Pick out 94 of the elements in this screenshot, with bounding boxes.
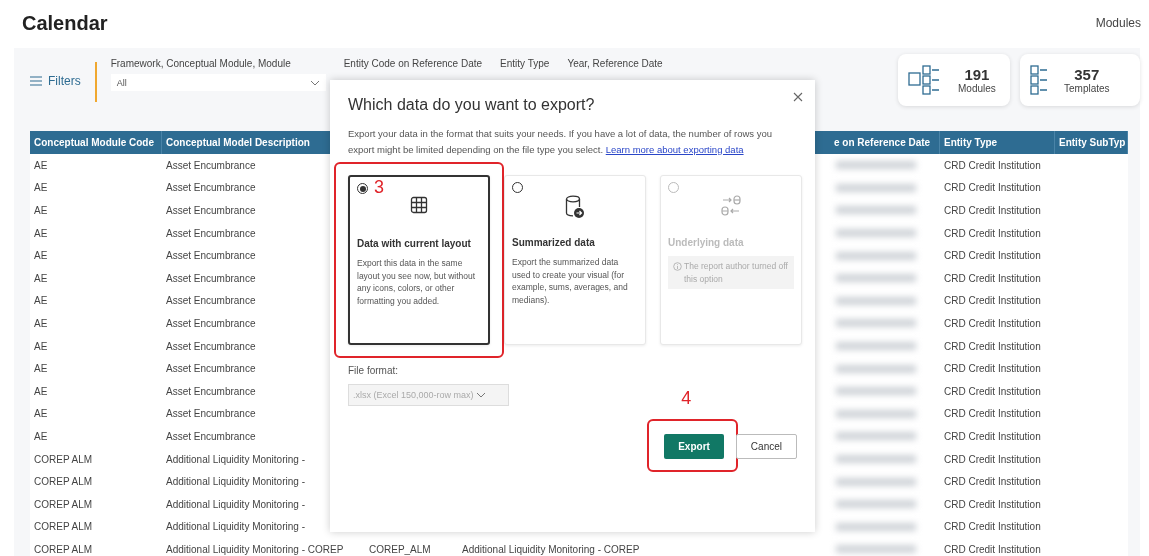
database-export-icon [565,195,585,219]
column-header[interactable]: Conceptual Module Code [30,131,162,154]
table-cell: AE [34,182,48,194]
table-cell: Additional Liquidity Monitoring - [166,521,305,533]
table-cell: AE [34,205,48,216]
table-cell: CRD Credit Institution [944,182,1041,194]
option-title: Underlying data [668,237,745,248]
table-cell: Asset Encumbrance [166,159,256,171]
page-title: Calendar [22,11,108,35]
export-button[interactable]: Export [664,434,724,459]
table-cell: CRD Credit Institution [944,408,1041,420]
table-cell: CRD Credit Institution [944,430,1041,442]
table-cell: AE [34,227,48,239]
filters-button[interactable]: Filters [30,74,81,88]
table-cell: CRD Credit Institution [944,272,1041,284]
table-cell: AE [34,272,48,284]
filter-label: Entity Code on Reference Date [343,57,483,69]
stat-value: 191 [964,66,990,83]
option-description: Export this data in the same layout you see now, but without any icons, colors, or other formatting you added. [357,257,477,307]
table-cell: Asset Encumbrance [166,363,256,375]
table-cell: Asset Encumbrance [166,250,256,262]
file-format-label: File format: [348,365,399,376]
note-text: The report author turned off this option [684,260,789,285]
table-cell: Asset Encumbrance [166,205,256,216]
chevron-down-icon [309,79,320,86]
table-cell: AE [34,430,48,442]
table-cell: CRD Credit Institution [944,250,1041,262]
stat-label: Modules [958,83,996,94]
table-cell: CRD Credit Institution [944,363,1041,375]
info-icon [673,262,682,271]
filter-label: Year, Reference Date [567,57,663,69]
table-cell: Additional Liquidity Monitoring - [166,453,305,465]
step-number: 3 [374,177,384,198]
table-cell: COREP_ALM [369,543,431,555]
filter-label: Entity Type [500,57,550,69]
option-title: Summarized data [512,237,596,248]
table-cell: CRD Credit Institution [944,317,1041,329]
filter-dropdown[interactable]: All [110,74,326,91]
option-description: Export the summarized data used to create your visual (for example, sums, averages, and medians). [512,256,629,306]
table-cell: Additional Liquidity Monitoring - COREP [166,543,344,555]
table-cell: CRD Credit Institution [944,227,1041,239]
cancel-button[interactable]: Cancel [735,434,797,459]
table-cell: AE [34,159,48,171]
table-cell: Asset Encumbrance [166,317,256,329]
table-cell: COREP ALM [34,476,93,488]
export-option-card[interactable]: Summarized data Export the summarized data used to create your visual (for example, sums, averages, and medians). [504,175,646,345]
table-cell: Asset Encumbrance [166,227,256,239]
table-cell: COREP ALM [34,498,93,510]
table-cell: COREP ALM [34,543,93,555]
table-cell: CRD Credit Institution [944,521,1041,533]
table-cell: CRD Credit Institution [944,159,1041,171]
column-header[interactable]: Entity SubTyp [1055,131,1128,154]
table-cell: CRD Credit Institution [944,385,1041,397]
table-cell: Asset Encumbrance [166,182,256,194]
table-cell: Additional Liquidity Monitoring - [166,498,305,510]
table-cell: AE [34,317,48,329]
table-cell: AE [34,385,48,397]
learn-more-link[interactable]: Learn more about exporting data [605,143,744,155]
table-cell: CRD Credit Institution [944,295,1041,307]
table-cell: CRD Credit Institution [944,476,1041,488]
table-cell: AE [34,250,48,262]
table-cell: AE [34,295,48,307]
step-number: 4 [681,388,692,409]
table-cell: Asset Encumbrance [166,430,256,442]
table-cell: Asset Encumbrance [166,295,256,307]
filter-label: Framework, Conceptual Module, Module [110,57,292,69]
table-cell: AE [34,340,48,352]
column-header[interactable]: Entity Type [940,131,1055,154]
table-cell: Asset Encumbrance [166,385,256,397]
table-cell: CRD Credit Institution [944,498,1041,510]
stat-value: 357 [1074,66,1100,83]
table-cell: Additional Liquidity Monitoring - COREP [462,543,640,555]
chevron-down-icon [475,392,486,398]
table-cell: CRD Credit Institution [944,205,1041,216]
menu-icon [30,76,42,86]
nav-link[interactable]: Modules [1095,16,1141,30]
table-cell: COREP ALM [34,521,93,533]
table-cell: CRD Credit Institution [944,453,1041,465]
close-icon[interactable] [791,90,805,104]
table-cell: Asset Encumbrance [166,408,256,420]
table-cell: Asset Encumbrance [166,272,256,284]
table-cell: Asset Encumbrance [166,340,256,352]
dialog-title: Which data do you want to export? [348,96,596,114]
column-header[interactable]: e on Reference Date [830,131,940,154]
table-cell: COREP ALM [34,453,93,465]
table-cell: Additional Liquidity Monitoring - [166,476,305,488]
table-cell: CRD Credit Institution [944,543,1041,555]
table-cell: AE [34,363,48,375]
table-grid-icon [410,196,428,214]
table-cell: CRD Credit Institution [944,340,1041,352]
option-title: Data with current layout [357,238,472,249]
stat-label: Templates [1064,83,1110,94]
table-cell: AE [34,408,48,420]
database-swap-icon [720,195,742,217]
